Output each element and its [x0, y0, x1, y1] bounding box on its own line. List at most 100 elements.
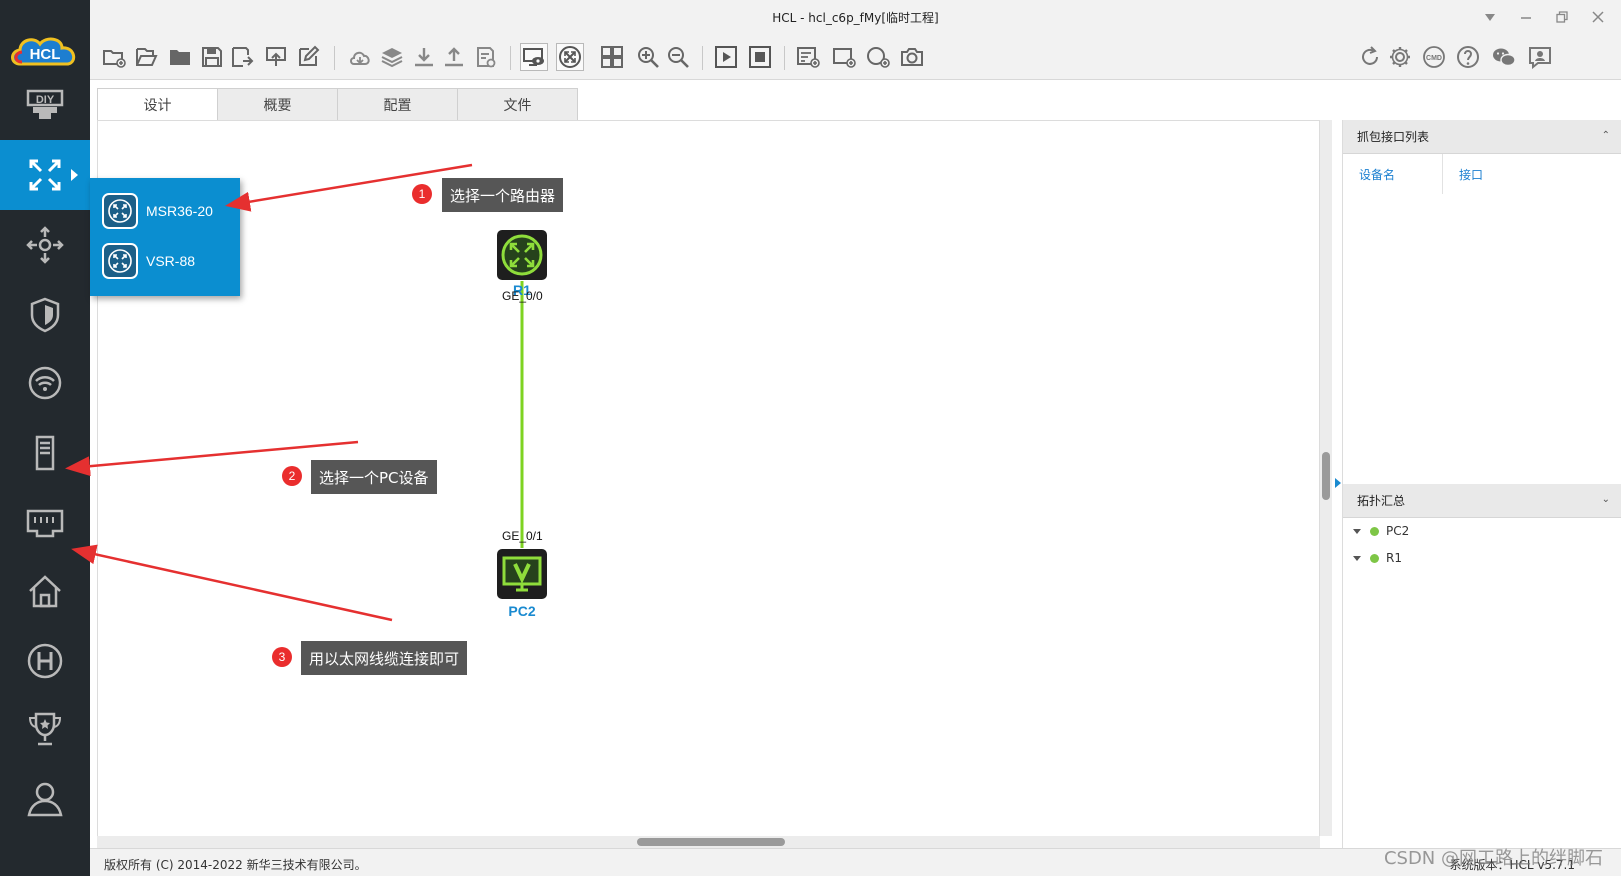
sidebar-item-diy[interactable]: DIY [0, 72, 90, 142]
edit-button[interactable] [294, 43, 322, 71]
sidebar-item-switch[interactable] [0, 210, 90, 280]
triangle-down-icon [1485, 14, 1495, 21]
restore-button[interactable] [1551, 6, 1573, 28]
right-panel: 抓包接口列表 ⌃ 设备名 接口 拓扑汇总 ⌄ PC2 R1 [1342, 120, 1621, 848]
tab-summary[interactable]: 概要 [217, 88, 338, 120]
expand-arrow-icon[interactable] [1353, 528, 1361, 534]
sidebar-item-cable[interactable] [0, 488, 90, 558]
expand-arrow-icon[interactable] [1353, 555, 1361, 561]
sidebar-item-h3c[interactable] [0, 626, 90, 696]
sidebar-item-wireless[interactable] [0, 348, 90, 418]
toolbar-separator [510, 46, 511, 70]
vertical-scroll-thumb[interactable] [1322, 452, 1330, 500]
wechat-icon [1493, 48, 1516, 67]
svg-text:HCL: HCL [30, 46, 61, 63]
start-all-button[interactable] [712, 43, 740, 71]
layers-button[interactable] [378, 43, 406, 71]
export-icon [266, 47, 286, 66]
popup-item-vsr-88[interactable]: VSR-88 [102, 242, 238, 280]
feedback-button[interactable] [1526, 43, 1554, 71]
sidebar-item-home[interactable] [0, 556, 90, 626]
wechat-button[interactable] [1490, 43, 1518, 71]
svg-text:CMD: CMD [1426, 55, 1442, 62]
add-ellipse-button[interactable] [864, 43, 892, 71]
svg-text:DIY: DIY [36, 94, 55, 106]
annotation-callout-3: 用以太网线缆连接即可 [301, 641, 468, 675]
router-model-popup: MSR36-20 VSR-88 [90, 178, 240, 296]
tab-file[interactable]: 文件 [457, 88, 578, 120]
stop-all-button[interactable] [746, 43, 774, 71]
screenshot-button[interactable] [898, 43, 926, 71]
column-device-name[interactable]: 设备名 [1343, 154, 1443, 194]
sidebar-item-user[interactable] [0, 764, 90, 834]
close-button[interactable] [1587, 6, 1609, 28]
capture-view-button[interactable] [520, 43, 548, 71]
column-interface[interactable]: 接口 [1443, 166, 1483, 183]
design-canvas[interactable] [97, 120, 1320, 848]
settings-button[interactable] [1386, 43, 1414, 71]
zoom-in-icon [638, 47, 659, 68]
topo-summary-header[interactable]: 拓扑汇总 ⌄ [1343, 484, 1621, 518]
collapse-icon[interactable]: ⌃ [1602, 130, 1610, 141]
topology-view-button[interactable] [556, 43, 584, 71]
panel-toggle-arrow[interactable] [1335, 478, 1341, 488]
annotation-number-2: 2 [282, 466, 302, 486]
collapse-icon[interactable]: ⌄ [1602, 494, 1610, 505]
zoom-out-button[interactable] [664, 43, 692, 71]
zoom-out-icon [668, 47, 689, 68]
save-as-button[interactable] [228, 43, 256, 71]
save-button[interactable] [198, 43, 226, 71]
open-project-button[interactable] [132, 43, 160, 71]
toolbar: CMD [90, 34, 1621, 80]
annotation-callout-2: 选择一个PC设备 [311, 460, 437, 494]
download-icon [415, 48, 433, 67]
tab-design[interactable]: 设计 [97, 88, 218, 120]
grid-icon [601, 46, 623, 68]
dropdown-menu-button[interactable] [1479, 6, 1501, 28]
pc-node-pc2[interactable] [497, 549, 547, 599]
cmd-icon: CMD [1423, 46, 1445, 68]
sidebar-item-router[interactable] [0, 140, 90, 210]
config-file-button[interactable] [472, 43, 500, 71]
upload-button[interactable] [440, 43, 468, 71]
export-button[interactable] [262, 43, 290, 71]
diy-icon: DIY [26, 89, 64, 119]
sidebar-item-firewall[interactable] [0, 280, 90, 350]
router-icon [29, 159, 61, 191]
horizontal-scroll-thumb[interactable] [637, 838, 785, 846]
grid-layout-button[interactable] [598, 43, 626, 71]
open-folder-button[interactable] [166, 43, 194, 71]
new-project-button[interactable] [100, 43, 128, 71]
canvas-vertical-scrollbar[interactable] [1320, 120, 1332, 836]
tab-config[interactable]: 配置 [337, 88, 458, 120]
close-icon [1592, 11, 1604, 23]
popup-item-msr36-20[interactable]: MSR36-20 [102, 192, 238, 230]
cloud-sync-button[interactable] [346, 43, 374, 71]
user-message-icon [1529, 47, 1551, 69]
download-button[interactable] [410, 43, 438, 71]
topo-item-r1[interactable]: R1 [1353, 551, 1402, 565]
command-line-button[interactable]: CMD [1420, 43, 1448, 71]
document-settings-icon [477, 47, 496, 68]
sidebar-item-pc[interactable] [0, 418, 90, 488]
minimize-button[interactable] [1515, 6, 1537, 28]
toolbar-separator [784, 46, 785, 70]
toolbar-separator [334, 46, 335, 70]
sidebar-item-trophy[interactable] [0, 694, 90, 764]
topo-item-pc2[interactable]: PC2 [1353, 524, 1409, 538]
canvas-horizontal-scrollbar[interactable] [97, 836, 1320, 848]
zoom-in-button[interactable] [634, 43, 662, 71]
save-as-icon [232, 47, 254, 67]
wireless-icon [28, 366, 62, 400]
add-rectangle-button[interactable] [830, 43, 858, 71]
window-title: HCL - hcl_c6p_fMy[临时工程] [772, 11, 939, 25]
add-list-button[interactable] [794, 43, 822, 71]
router-node-r1[interactable] [497, 230, 547, 280]
refresh-button[interactable] [1356, 43, 1384, 71]
router-icon [108, 199, 132, 223]
pc-icon [35, 435, 55, 471]
topo-item-label: R1 [1386, 551, 1402, 565]
help-button[interactable] [1454, 43, 1482, 71]
capture-panel-header[interactable]: 抓包接口列表 ⌃ [1343, 120, 1621, 154]
minimize-icon [1521, 17, 1531, 19]
